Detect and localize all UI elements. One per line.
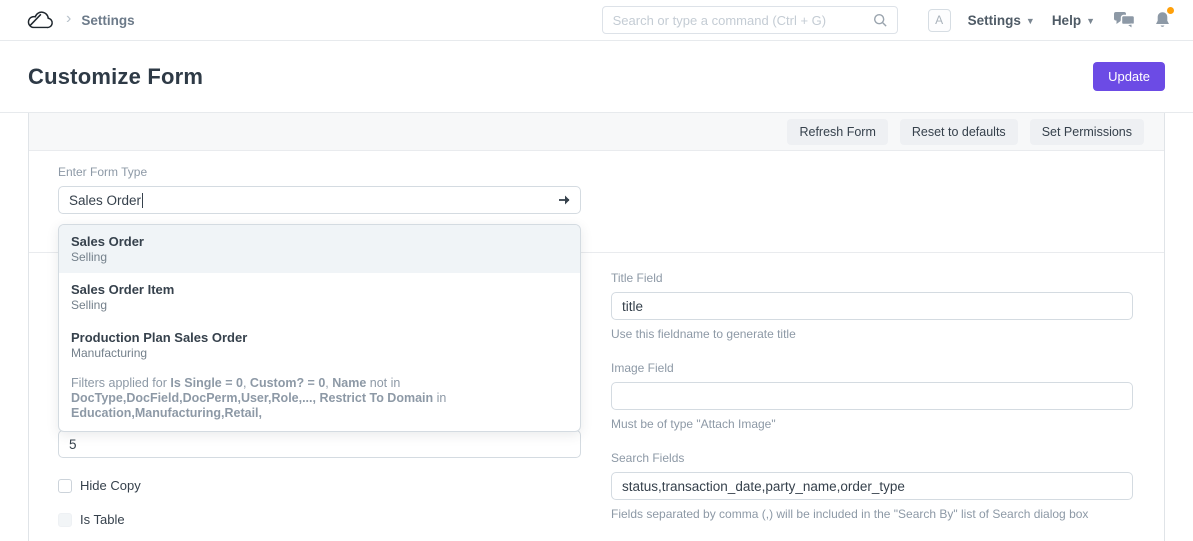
dropdown-option[interactable]: Sales Order Selling [59, 225, 580, 273]
checkbox-label: Hide Copy [80, 478, 141, 493]
text-cursor [142, 193, 143, 208]
form-toolbar: Refresh Form Reset to defaults Set Permi… [29, 113, 1164, 151]
chevron-down-icon: ▼ [1086, 16, 1095, 26]
hide-copy-checkbox-row[interactable]: Hide Copy [58, 478, 141, 493]
navbar: › Settings A Settings ▼ Help ▼ [0, 0, 1193, 41]
title-field: Title Field Use this fieldname to genera… [611, 271, 1133, 341]
form-type-label: Enter Form Type [58, 165, 581, 179]
checkbox[interactable] [58, 479, 72, 493]
dropdown-filter-description: Filters applied for Is Single = 0, Custo… [59, 369, 580, 431]
form-type-input[interactable]: Sales Order [58, 186, 581, 214]
search-input[interactable] [613, 13, 873, 28]
global-search[interactable] [602, 6, 898, 34]
max-attachments-input[interactable] [58, 430, 581, 458]
form-type-dropdown: Sales Order Selling Sales Order Item Sel… [58, 224, 581, 432]
dropdown-option[interactable]: Production Plan Sales Order Manufacturin… [59, 321, 580, 369]
chat-icon[interactable] [1114, 12, 1135, 29]
search-fields-field: Search Fields Fields separated by comma … [611, 451, 1133, 521]
is-table-checkbox-row: Is Table [58, 512, 125, 527]
checkbox-disabled [58, 513, 72, 527]
image-field-help: Must be of type "Attach Image" [611, 417, 1133, 431]
app-logo-icon[interactable] [26, 10, 54, 30]
refresh-form-button[interactable]: Refresh Form [787, 119, 887, 145]
avatar[interactable]: A [928, 9, 951, 32]
search-fields-input[interactable] [611, 472, 1133, 500]
chevron-down-icon: ▼ [1026, 16, 1035, 26]
form-type-field: Enter Form Type Sales Order [58, 165, 581, 214]
search-fields-label: Search Fields [611, 451, 1133, 465]
customize-form-page: › Settings A Settings ▼ Help ▼ [0, 0, 1193, 541]
set-permissions-button[interactable]: Set Permissions [1030, 119, 1144, 145]
breadcrumb[interactable]: Settings [81, 13, 134, 28]
dropdown-option[interactable]: Sales Order Item Selling [59, 273, 580, 321]
image-field-input[interactable] [611, 382, 1133, 410]
help-menu[interactable]: Help ▼ [1052, 13, 1095, 28]
search-fields-help: Fields separated by comma (,) will be in… [611, 507, 1133, 521]
navbar-right: A Settings ▼ Help ▼ [928, 9, 1171, 32]
checkbox-label: Is Table [80, 512, 125, 527]
page-title: Customize Form [28, 64, 203, 90]
image-field: Image Field Must be of type "Attach Imag… [611, 361, 1133, 431]
notifications-bell-icon[interactable] [1154, 11, 1171, 29]
page-head: Customize Form Update [0, 41, 1193, 113]
update-button[interactable]: Update [1093, 62, 1165, 91]
breadcrumb-chevron-icon: › [66, 10, 71, 28]
notification-dot [1167, 7, 1174, 14]
settings-menu[interactable]: Settings ▼ [968, 13, 1035, 28]
title-field-help: Use this fieldname to generate title [611, 327, 1133, 341]
right-column: Title Field Use this fieldname to genera… [611, 271, 1133, 541]
reset-to-defaults-button[interactable]: Reset to defaults [900, 119, 1018, 145]
title-field-input[interactable] [611, 292, 1133, 320]
form-card: Refresh Form Reset to defaults Set Permi… [28, 113, 1165, 541]
image-field-label: Image Field [611, 361, 1133, 375]
link-arrow-icon[interactable] [558, 193, 572, 211]
search-icon [873, 13, 888, 28]
title-field-label: Title Field [611, 271, 1133, 285]
max-attachments-field [58, 430, 581, 458]
